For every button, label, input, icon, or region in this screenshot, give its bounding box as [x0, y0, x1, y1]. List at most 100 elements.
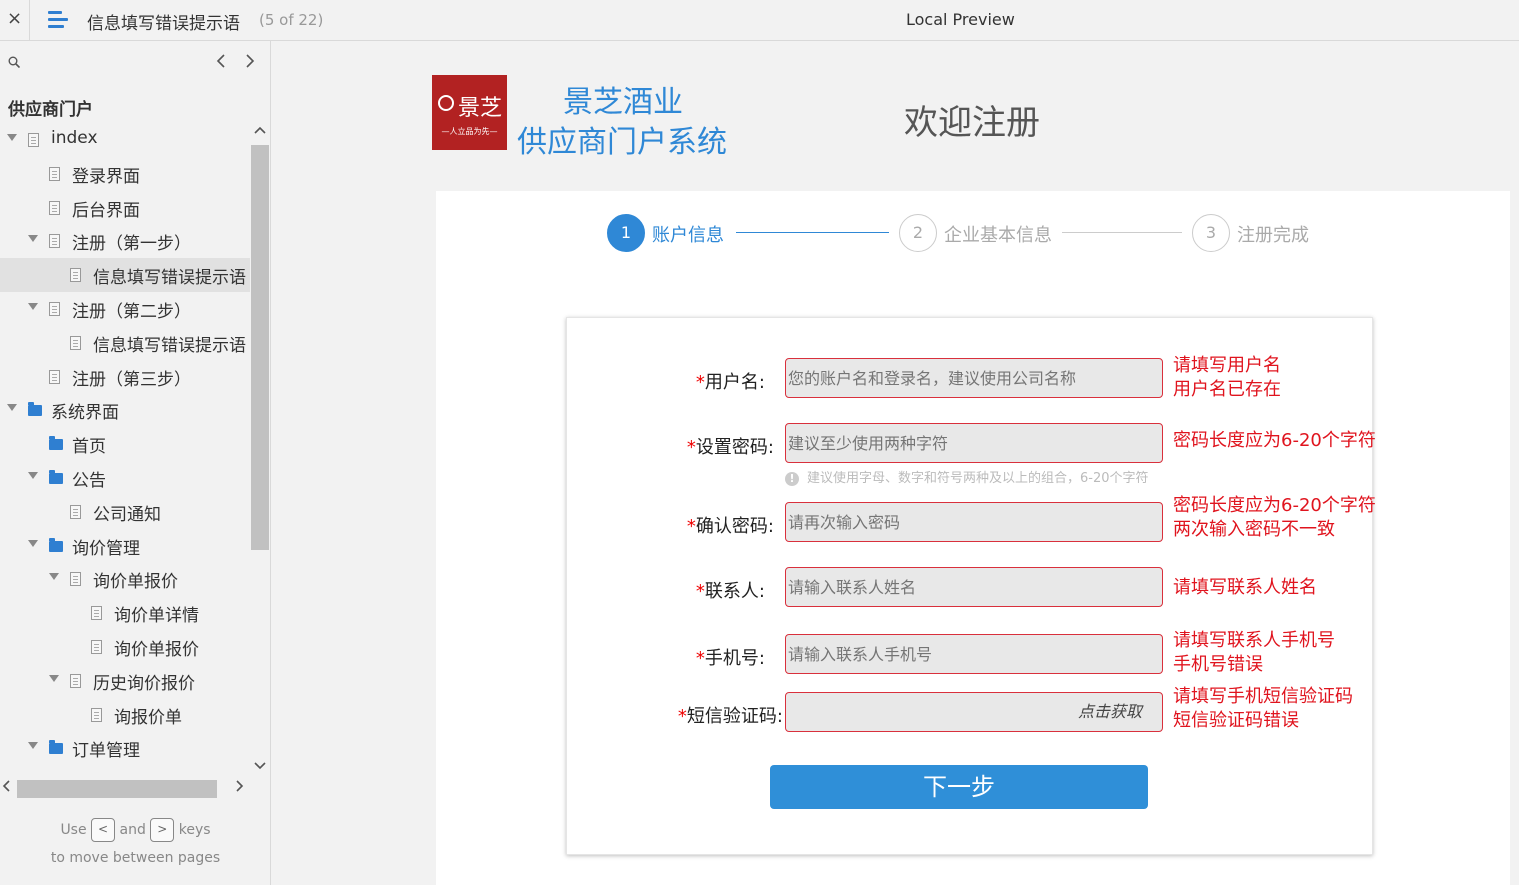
step-2-label: 企业基本信息 [944, 225, 1052, 246]
expand-arrow-icon[interactable] [7, 404, 17, 412]
sidebar-item-label: 询价单详情 [114, 606, 199, 627]
error-message: 请填写手机短信验证码 [1173, 686, 1353, 707]
sidebar-item[interactable]: 询价单报价 [0, 630, 250, 664]
phone-input[interactable] [785, 634, 1163, 674]
scroll-right-icon[interactable] [236, 779, 244, 797]
sidebar-item[interactable]: 首页 [0, 427, 250, 461]
page-title: 信息填写错误提示语 [87, 14, 240, 34]
sidebar-item[interactable]: 信息填写错误提示语 [0, 326, 250, 360]
expand-arrow-icon[interactable] [49, 573, 59, 581]
phone-errors: 请填写联系人手机号 手机号错误 [1173, 629, 1335, 677]
expand-arrow-icon[interactable] [28, 539, 38, 547]
contact-label: *联系人: [695, 581, 765, 602]
sidebar-item[interactable]: 历史询价报价 [0, 664, 250, 698]
contact-input[interactable] [785, 567, 1163, 607]
password-input[interactable] [785, 423, 1163, 463]
expand-arrow-icon[interactable] [28, 302, 38, 310]
error-message: 密码长度应为6-20个字符 [1173, 495, 1376, 516]
username-input[interactable] [785, 358, 1163, 398]
sidebar-item-label: 后台界面 [72, 200, 140, 221]
brand-name: 景芝酒业 [563, 85, 683, 120]
sidebar-item[interactable]: 信息填写错误提示语 [0, 258, 250, 292]
sidebar-item[interactable]: 询价管理 [0, 529, 250, 563]
password-label: *设置密码: [686, 437, 774, 458]
sidebar-item-label: 询价单报价 [93, 572, 178, 593]
error-message: 手机号错误 [1173, 654, 1263, 675]
prev-page-icon[interactable] [216, 53, 226, 73]
sidebar-item-label: 注册（第一步） [72, 234, 191, 255]
vertical-scrollbar[interactable] [250, 123, 270, 773]
page-icon [49, 200, 60, 215]
sidebar-item[interactable]: 公告 [0, 461, 250, 495]
password-errors: 密码长度应为6-20个字符 [1173, 429, 1376, 453]
confirm-password-label: *确认密码: [686, 516, 774, 537]
step-1-circle: 1 [607, 214, 645, 252]
search-icon[interactable] [8, 56, 21, 72]
page-tree: index 登录界面 后台界面 注册（第一步） 信息填写错误提示语 注册（第二步） 信息填写… [0, 123, 250, 773]
page-icon [91, 707, 102, 722]
sidebar-item[interactable]: 注册（第二步） [0, 292, 250, 326]
page-icon [49, 234, 60, 249]
hscroll-thumb[interactable] [17, 780, 217, 798]
page-icon [49, 301, 60, 316]
prev-key-icon: < [91, 818, 116, 842]
expand-arrow-icon[interactable] [28, 742, 38, 750]
folder-icon [28, 402, 42, 417]
sidebar-item[interactable]: 询报价单 [0, 698, 250, 732]
sidebar-item-label: 订单管理 [72, 741, 140, 762]
sidebar-item[interactable]: 系统界面 [0, 393, 250, 427]
scroll-left-icon[interactable] [2, 779, 10, 797]
sidebar-item-label: 询报价单 [114, 707, 182, 728]
sidebar-item[interactable]: 公司通知 [0, 495, 250, 529]
next-key-icon: > [150, 818, 175, 842]
hint-text: Use [60, 822, 87, 838]
scroll-up-icon[interactable] [254, 123, 266, 138]
folder-icon [49, 537, 63, 552]
step-2-circle: 2 [899, 214, 937, 252]
error-message: 两次输入密码不一致 [1173, 519, 1335, 540]
error-message: 短信验证码错误 [1173, 710, 1299, 731]
sidebar-heading: 供应商门户 [8, 100, 93, 120]
sms-code-input[interactable]: 点击获取 [785, 692, 1163, 732]
sidebar-item-label: 询价管理 [72, 538, 140, 559]
page-icon [70, 572, 81, 587]
username-errors: 请填写用户名 用户名已存在 [1173, 354, 1281, 402]
error-message: 密码长度应为6-20个字符 [1173, 430, 1376, 451]
scroll-down-icon[interactable] [254, 759, 266, 774]
page-count: (5 of 22) [259, 11, 324, 29]
horizontal-scrollbar[interactable] [0, 779, 250, 799]
expand-arrow-icon[interactable] [7, 134, 17, 141]
sidebar-item-label: 信息填写错误提示语 [93, 335, 246, 356]
sidebar-item-label: 注册（第二步） [72, 301, 191, 322]
sms-code-label: *短信验证码: [677, 706, 783, 727]
close-icon[interactable]: × [0, 0, 30, 41]
next-step-button[interactable]: 下一步 [770, 765, 1148, 809]
sidebar-item[interactable]: 后台界面 [0, 191, 250, 225]
sidebar-item[interactable]: 询价单报价 [0, 562, 250, 596]
menu-icon[interactable] [48, 11, 70, 29]
get-code-button[interactable]: 点击获取 [1078, 693, 1142, 731]
sidebar-item[interactable]: 注册（第一步） [0, 224, 250, 258]
sidebar-item[interactable]: 询价单详情 [0, 596, 250, 630]
folder-icon [49, 740, 63, 755]
page-icon [70, 335, 81, 350]
page-icon [91, 639, 102, 654]
sidebar-item-label: 历史询价报价 [93, 673, 195, 694]
expand-arrow-icon[interactable] [49, 674, 59, 682]
confirm-password-input[interactable] [785, 502, 1163, 542]
expand-arrow-icon[interactable] [28, 235, 38, 243]
sidebar: 供应商门户 index 登录界面 后台界面 注册（第一步） 信息填写错误提示语 注册（第二… [0, 41, 271, 885]
next-page-icon[interactable] [245, 53, 255, 73]
register-panel: 1 账户信息 2 企业基本信息 3 注册完成 *用户名: 请填写用户名 用户名已… [436, 191, 1510, 885]
sidebar-item[interactable]: index [0, 123, 250, 157]
sidebar-item[interactable]: 注册（第三步） [0, 360, 250, 394]
brand-system-name: 供应商门户系统 [517, 125, 727, 160]
welcome-heading: 欢迎注册 [904, 103, 1040, 143]
sidebar-item[interactable]: 登录界面 [0, 157, 250, 191]
sidebar-item[interactable]: 订单管理 [0, 765, 250, 773]
register-form: *用户名: 请填写用户名 用户名已存在 *设置密码: 密码长度应为6-20个字符… [566, 317, 1376, 855]
expand-arrow-icon[interactable] [28, 471, 38, 479]
sidebar-item[interactable]: 订单管理 [0, 731, 250, 765]
scroll-thumb[interactable] [251, 145, 269, 550]
nav-hint-line2: to move between pages [50, 850, 221, 866]
